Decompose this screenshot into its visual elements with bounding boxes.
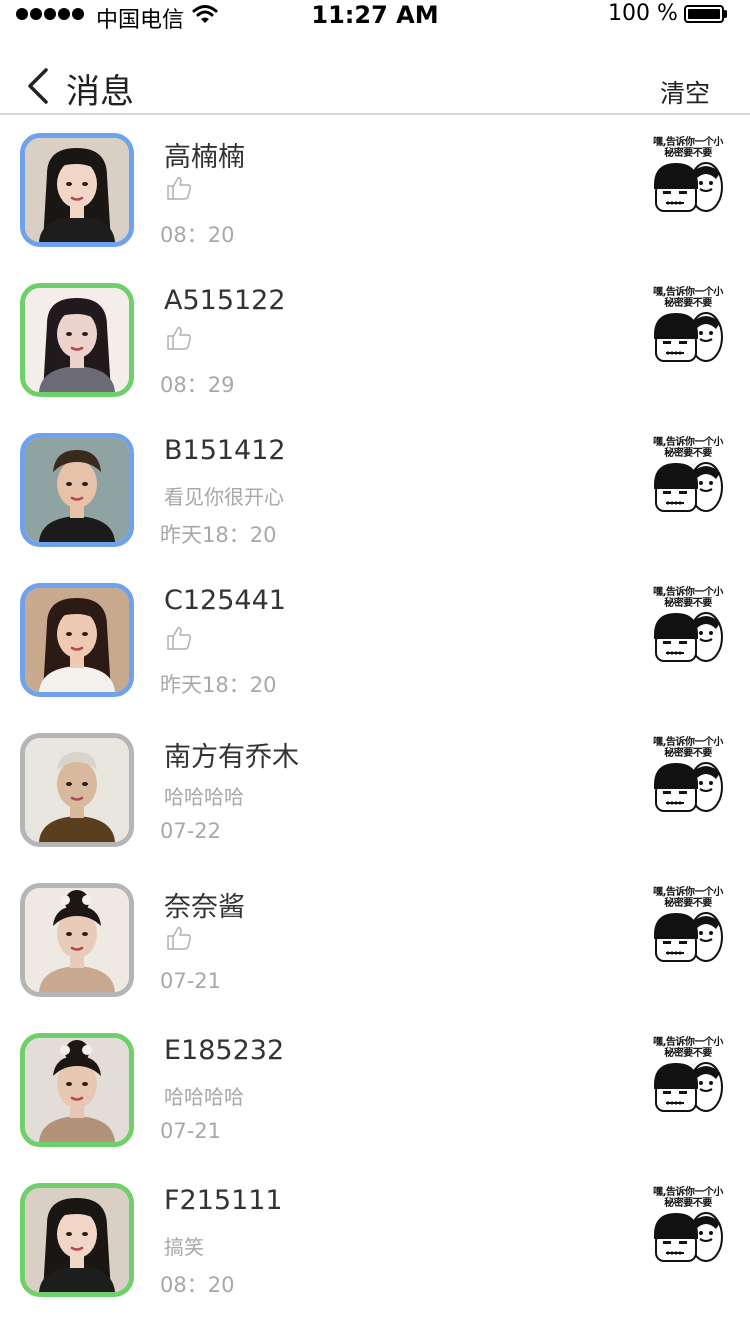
message-preview: 看见你很开心 xyxy=(164,485,284,509)
message-item[interactable]: B151412 看见你很开心 昨天18：20 嘿,告诉你一个小秘密要不要 xyxy=(0,415,750,565)
sticker-caption: 嘿,告诉你一个小秘密要不要 xyxy=(653,1037,723,1059)
back-arrow-icon[interactable] xyxy=(22,66,52,106)
sender-name: 南方有乔木 xyxy=(164,742,299,773)
sticker-thumbnail[interactable]: 嘿,告诉你一个小秘密要不要 xyxy=(650,887,726,967)
message-time: 07-21 xyxy=(160,969,222,993)
avatar[interactable] xyxy=(20,733,134,847)
thumbs-up-icon xyxy=(166,325,192,351)
message-item[interactable]: F215111 搞笑 08：20 嘿,告诉你一个小秘密要不要 xyxy=(0,1165,750,1315)
meme-faces-icon xyxy=(654,912,723,962)
meme-faces-icon xyxy=(654,462,723,512)
message-item[interactable]: 奈奈酱 07-21 嘿,告诉你一个小秘密要不要 xyxy=(0,865,750,1015)
meme-faces-icon xyxy=(654,312,723,362)
thumbs-up-icon xyxy=(166,175,192,201)
message-time: 昨天18：20 xyxy=(160,673,277,697)
meme-faces-icon xyxy=(654,1062,723,1112)
sticker-caption: 嘿,告诉你一个小秘密要不要 xyxy=(653,737,723,759)
avatar[interactable] xyxy=(20,1033,134,1147)
sticker-thumbnail[interactable]: 嘿,告诉你一个小秘密要不要 xyxy=(650,437,726,517)
avatar[interactable] xyxy=(20,133,134,247)
message-time: 07-22 xyxy=(160,819,222,843)
message-time: 昨天18：20 xyxy=(160,523,277,547)
sender-name: F215111 xyxy=(164,1185,283,1216)
message-time: 08：20 xyxy=(160,223,235,247)
message-time: 08：29 xyxy=(160,373,235,397)
sticker-caption: 嘿,告诉你一个小秘密要不要 xyxy=(653,587,723,609)
page-title: 消息 xyxy=(66,72,134,112)
message-preview: 搞笑 xyxy=(164,1235,204,1259)
sticker-caption: 嘿,告诉你一个小秘密要不要 xyxy=(653,437,723,459)
sticker-caption: 嘿,告诉你一个小秘密要不要 xyxy=(653,887,723,909)
meme-faces-icon xyxy=(654,612,723,662)
sticker-thumbnail[interactable]: 嘿,告诉你一个小秘密要不要 xyxy=(650,287,726,367)
sender-name: C125441 xyxy=(164,585,286,616)
sender-name: 高楠楠 xyxy=(164,142,245,173)
sticker-thumbnail[interactable]: 嘿,告诉你一个小秘密要不要 xyxy=(650,1037,726,1117)
sticker-thumbnail[interactable]: 嘿,告诉你一个小秘密要不要 xyxy=(650,1187,726,1267)
message-time: 08：20 xyxy=(160,1273,235,1297)
battery-icon xyxy=(684,5,728,23)
nav-bar: 消息 清空 xyxy=(0,58,750,115)
thumbs-up-icon xyxy=(166,625,192,651)
message-preview: 哈哈哈哈 xyxy=(164,1085,244,1109)
message-item[interactable]: A515122 08：29 嘿,告诉你一个小秘密要不要 xyxy=(0,265,750,415)
avatar[interactable] xyxy=(20,883,134,997)
avatar[interactable] xyxy=(20,283,134,397)
message-time: 07-21 xyxy=(160,1119,222,1143)
sticker-thumbnail[interactable]: 嘿,告诉你一个小秘密要不要 xyxy=(650,737,726,817)
avatar[interactable] xyxy=(20,433,134,547)
message-item[interactable]: E185232 哈哈哈哈 07-21 嘿,告诉你一个小秘密要不要 xyxy=(0,1015,750,1165)
message-item[interactable]: C125441 昨天18：20 嘿,告诉你一个小秘密要不要 xyxy=(0,565,750,715)
battery-percent: 100 % xyxy=(608,1,678,26)
thumbs-up-icon xyxy=(166,925,192,951)
sender-name: 奈奈酱 xyxy=(164,892,245,923)
sticker-caption: 嘿,告诉你一个小秘密要不要 xyxy=(653,1187,723,1209)
sender-name: E185232 xyxy=(164,1035,285,1066)
sender-name: B151412 xyxy=(164,435,286,466)
sender-name: A515122 xyxy=(164,285,286,316)
meme-faces-icon xyxy=(654,762,723,812)
sticker-caption: 嘿,告诉你一个小秘密要不要 xyxy=(653,287,723,309)
avatar[interactable] xyxy=(20,583,134,697)
message-preview: 哈哈哈哈 xyxy=(164,785,244,809)
message-item[interactable]: 高楠楠 08：20 嘿,告诉你一个小秘密要不要 xyxy=(0,115,750,265)
sticker-thumbnail[interactable]: 嘿,告诉你一个小秘密要不要 xyxy=(650,137,726,217)
avatar[interactable] xyxy=(20,1183,134,1297)
meme-faces-icon xyxy=(654,1212,723,1262)
meme-faces-icon xyxy=(654,162,723,212)
sticker-caption: 嘿,告诉你一个小秘密要不要 xyxy=(653,137,723,159)
clear-button[interactable]: 清空 xyxy=(660,74,710,110)
sticker-thumbnail[interactable]: 嘿,告诉你一个小秘密要不要 xyxy=(650,587,726,667)
status-bar: 中国电信 11:27 AM 100 % xyxy=(0,0,750,33)
message-item[interactable]: 南方有乔木 哈哈哈哈 07-22 嘿,告诉你一个小秘密要不要 xyxy=(0,715,750,865)
